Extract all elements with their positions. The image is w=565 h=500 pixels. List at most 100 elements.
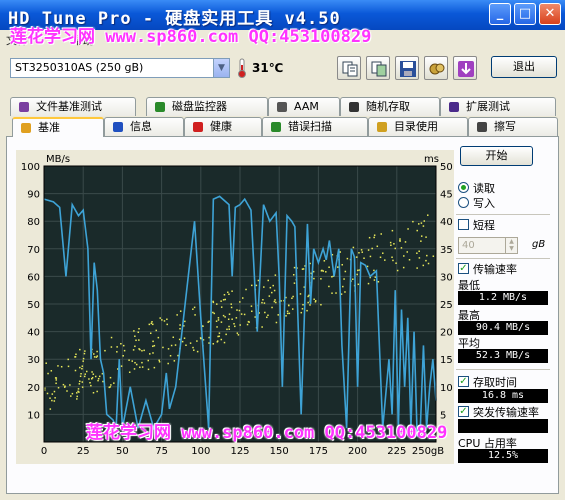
tab-error-scan[interactable]: 错误扫描 bbox=[262, 117, 368, 136]
y-left-tick-label: 80 bbox=[27, 217, 40, 228]
access-time-checkbox[interactable]: ✓ bbox=[458, 376, 469, 387]
x-tick-label: 150 bbox=[270, 446, 289, 457]
access-time-point bbox=[241, 297, 244, 299]
access-time-point bbox=[395, 262, 397, 264]
access-time-point bbox=[85, 370, 88, 373]
access-time-point bbox=[120, 365, 123, 367]
access-time-point bbox=[320, 270, 323, 272]
maximize-button[interactable]: □ bbox=[514, 3, 536, 25]
transfer-rate-checkbox[interactable]: ✓ bbox=[458, 263, 469, 274]
minimize-button[interactable]: _ bbox=[489, 3, 511, 25]
access-time-point bbox=[162, 346, 164, 349]
tab-erase[interactable]: 擦写 bbox=[468, 117, 558, 136]
short-length-stepper[interactable]: 40 ▲ ▼ bbox=[458, 237, 518, 254]
drive-select[interactable]: ST3250310AS (250 gB) ▼ bbox=[10, 58, 230, 78]
short-checkbox[interactable] bbox=[458, 219, 469, 230]
access-time-point bbox=[212, 311, 214, 314]
access-time-point bbox=[176, 314, 178, 316]
copy-text-button[interactable] bbox=[337, 56, 361, 80]
tab-label: 磁盘监控器 bbox=[172, 100, 227, 113]
x-tick-label: 250gB bbox=[412, 446, 444, 457]
access-time-point bbox=[302, 303, 304, 306]
tab-health[interactable]: 健康 bbox=[184, 117, 262, 136]
access-time-point bbox=[133, 368, 136, 370]
access-time-point bbox=[396, 269, 399, 272]
x-tick-label: 100 bbox=[191, 446, 210, 457]
close-button[interactable]: ✕ bbox=[539, 3, 561, 25]
copy-screen-button[interactable] bbox=[366, 56, 390, 80]
access-time-point bbox=[216, 326, 218, 328]
access-time-point bbox=[307, 301, 309, 304]
access-time-point bbox=[275, 301, 277, 304]
burst-rate-checkbox[interactable]: ✓ bbox=[458, 406, 469, 417]
access-time-point bbox=[141, 366, 144, 368]
tab-label: 基准 bbox=[38, 121, 60, 134]
access-time-point bbox=[109, 376, 112, 379]
access-time-point bbox=[341, 264, 343, 266]
tab-folder-usage[interactable]: 目录使用 bbox=[368, 117, 468, 136]
access-time-point bbox=[373, 234, 376, 236]
access-time-point bbox=[382, 252, 384, 254]
access-time-point bbox=[261, 301, 263, 304]
short-length-value: 40 bbox=[462, 240, 475, 251]
access-time-point bbox=[181, 340, 184, 343]
access-time-point bbox=[231, 290, 233, 292]
access-time-point bbox=[57, 386, 60, 389]
tab-random-access[interactable]: 随机存取 bbox=[340, 97, 440, 116]
access-time-point bbox=[277, 314, 279, 316]
tab-disk-monitor[interactable]: 磁盘监控器 bbox=[146, 97, 268, 116]
chevron-down-icon[interactable]: ▼ bbox=[213, 59, 229, 77]
extra-tests-icon bbox=[449, 102, 459, 112]
access-time-point bbox=[183, 337, 186, 339]
access-time-point bbox=[184, 320, 186, 323]
access-time-point bbox=[152, 323, 154, 326]
x-tick-label: 25 bbox=[77, 446, 90, 457]
tab-file-benchmark[interactable]: 文件基准测试 bbox=[10, 97, 136, 116]
burst-rate-label: 突发传输速率 bbox=[473, 406, 539, 419]
access-time-point bbox=[228, 293, 230, 295]
tab-info[interactable]: 信息 bbox=[104, 117, 184, 136]
access-time-point bbox=[356, 269, 359, 272]
tab-extra-tests[interactable]: 扩展测试 bbox=[440, 97, 556, 116]
access-time-point bbox=[96, 350, 98, 353]
access-time-point bbox=[377, 281, 380, 283]
y-left-tick-label: 20 bbox=[27, 383, 40, 394]
options-button[interactable] bbox=[424, 56, 448, 80]
access-time-point bbox=[148, 323, 151, 326]
access-time-point bbox=[374, 276, 377, 278]
options-icon bbox=[429, 63, 445, 75]
access-time-point bbox=[218, 332, 221, 334]
access-time-point bbox=[97, 379, 99, 382]
access-time-point bbox=[122, 355, 124, 357]
access-time-point bbox=[320, 303, 322, 306]
access-time-point bbox=[138, 348, 140, 350]
access-time-point bbox=[357, 283, 360, 286]
x-tick-label: 75 bbox=[155, 446, 168, 457]
save-button[interactable] bbox=[395, 56, 419, 80]
read-radio[interactable] bbox=[458, 182, 469, 193]
x-tick-label: 125 bbox=[230, 446, 249, 457]
download-button[interactable] bbox=[453, 56, 477, 80]
tab-speaker[interactable]: AAM bbox=[268, 97, 340, 116]
access-time-point bbox=[174, 344, 177, 346]
access-time-point bbox=[94, 375, 97, 378]
access-time-point bbox=[138, 339, 140, 341]
access-time-point bbox=[79, 366, 81, 369]
access-time-point bbox=[84, 373, 86, 375]
access-time-point bbox=[74, 369, 77, 372]
start-button[interactable]: 开始 bbox=[460, 146, 533, 166]
tab-benchmark[interactable]: 基准 bbox=[12, 117, 104, 137]
access-time-point bbox=[139, 366, 141, 369]
exit-button[interactable]: 退出 bbox=[491, 56, 557, 78]
access-time-point bbox=[173, 360, 176, 362]
write-radio[interactable] bbox=[458, 197, 469, 208]
access-time-point bbox=[248, 321, 250, 323]
access-time-point bbox=[147, 368, 150, 371]
stepper-arrows-icon[interactable]: ▲ ▼ bbox=[505, 238, 517, 253]
access-time-point bbox=[152, 340, 154, 343]
access-time-point bbox=[309, 304, 311, 306]
access-time-point bbox=[271, 291, 273, 294]
access-time-point bbox=[286, 312, 289, 315]
access-time-point bbox=[427, 214, 429, 216]
access-time-point bbox=[51, 393, 54, 395]
